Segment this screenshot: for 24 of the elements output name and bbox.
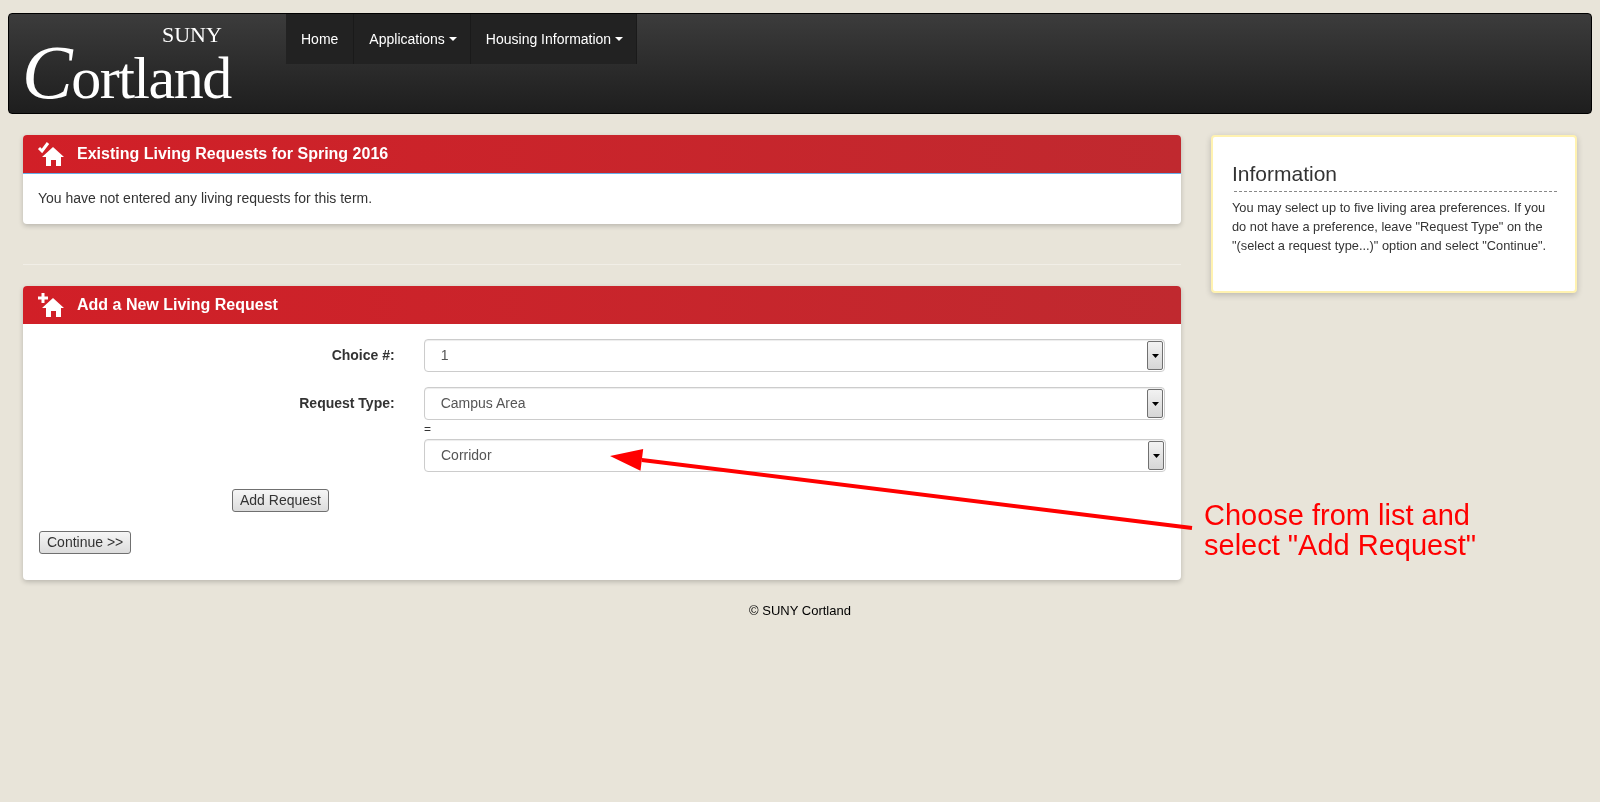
card-title: Add a New Living Request xyxy=(77,295,278,315)
footer-text: © SUNY Cortland xyxy=(749,602,851,620)
caret-icon xyxy=(448,37,457,41)
house-plus-icon xyxy=(37,293,65,317)
dropdown-select[interactable]: Corridor xyxy=(424,439,1166,472)
dropdown-select[interactable]: Campus Area xyxy=(423,387,1165,420)
logo-wordmark: Cortland xyxy=(22,44,231,106)
continue-button[interactable]: Continue >> xyxy=(39,530,132,554)
field-label: Choice #: xyxy=(330,346,396,365)
nav-link[interactable]: Home xyxy=(286,14,355,64)
nav-link[interactable]: Applications xyxy=(354,14,471,64)
annotation-text: Choose from list and select "Add Request" xyxy=(1204,500,1478,560)
nav-link[interactable]: Housing Information xyxy=(470,14,638,64)
caret-icon xyxy=(615,37,624,41)
info-text: You may select up to five living area preferences. If you do not have a preference, leave "Request Type" on the "(select a request type...)" option and select "Continue". xyxy=(1232,199,1548,255)
card-title: Existing Living Requests for Spring 2016 xyxy=(77,144,389,164)
add-request-button[interactable]: Add Request xyxy=(232,488,329,512)
field-label: Request Type: xyxy=(298,394,396,413)
equals-sign: = xyxy=(424,421,432,438)
empty-message: You have not entered any living requests for this term. xyxy=(38,189,374,208)
info-title: Information xyxy=(1231,161,1339,187)
dropdown-select[interactable]: 1 xyxy=(423,339,1165,372)
house-check-icon xyxy=(37,142,65,166)
logo-subtitle: SUNY xyxy=(162,26,222,44)
